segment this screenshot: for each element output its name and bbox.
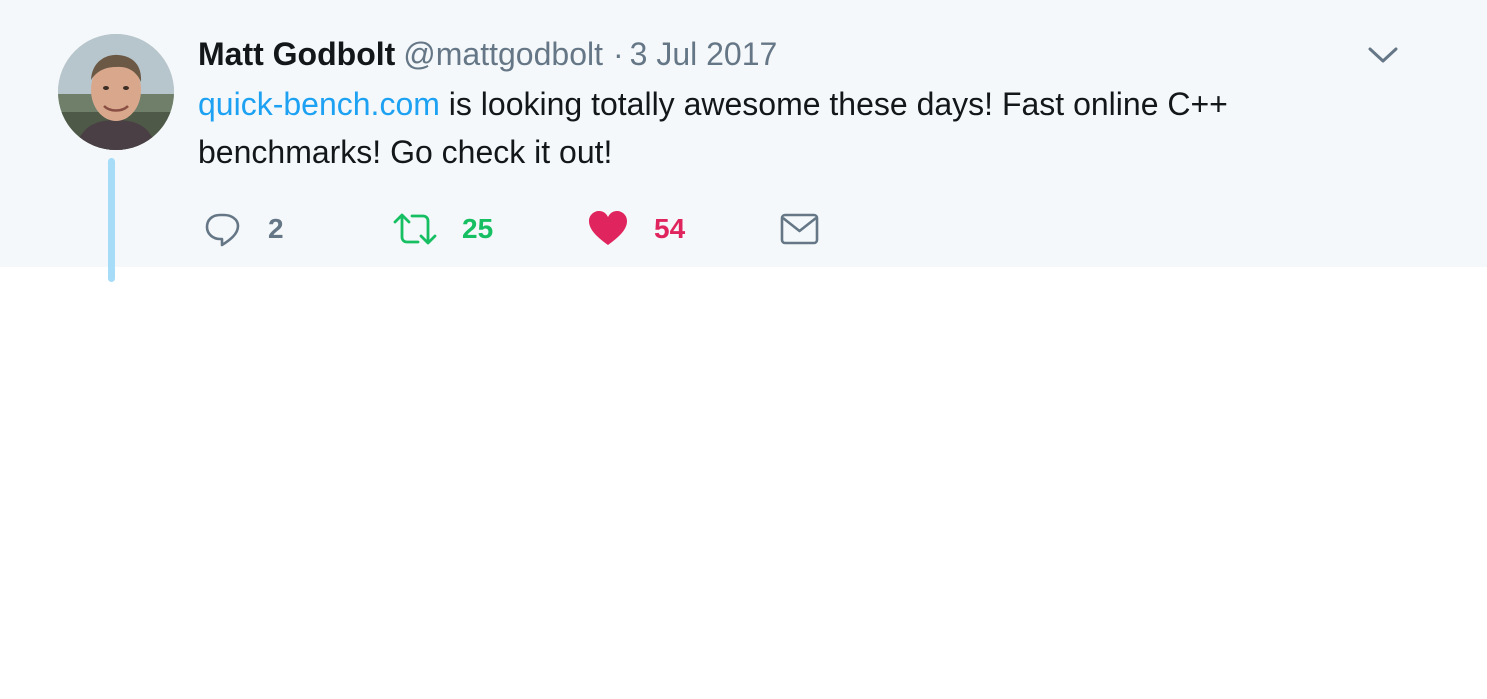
author-handle[interactable]: @mattgodbolt [403, 36, 603, 72]
tweet-card[interactable]: Matt Godbolt @mattgodbolt · 3 Jul 2017 quic… [0, 0, 1487, 282]
retweet-count: 25 [462, 213, 494, 244]
author-name[interactable]: Matt Godbolt [198, 36, 395, 72]
envelope-icon [780, 213, 819, 245]
tweet-text: quick-bench.com is looking totally aweso… [198, 80, 1348, 176]
page: Matt Godbolt @mattgodbolt · 3 Jul 2017 quic… [0, 0, 1487, 699]
tweet-header: Matt Godbolt @mattgodbolt · 3 Jul 2017 [198, 34, 777, 74]
like-count: 54 [654, 213, 686, 244]
reply-count: 2 [268, 213, 284, 244]
avatar-image [58, 34, 174, 150]
thread-line [108, 158, 115, 282]
retweet-arrows-icon [393, 213, 437, 245]
direct-message-button[interactable] [780, 204, 820, 254]
tweet-link[interactable]: quick-bench.com [198, 86, 440, 122]
retweet-button[interactable]: 25 [392, 204, 493, 254]
avatar[interactable] [58, 34, 174, 150]
reply-button[interactable]: 2 [204, 204, 284, 254]
speech-bubble-icon [205, 213, 240, 247]
like-button[interactable]: 54 [588, 204, 685, 254]
chevron-down-icon[interactable] [1366, 42, 1400, 68]
heart-icon [589, 211, 627, 245]
separator-dot: · [612, 36, 624, 72]
tweet-date[interactable]: 3 Jul 2017 [630, 36, 778, 72]
